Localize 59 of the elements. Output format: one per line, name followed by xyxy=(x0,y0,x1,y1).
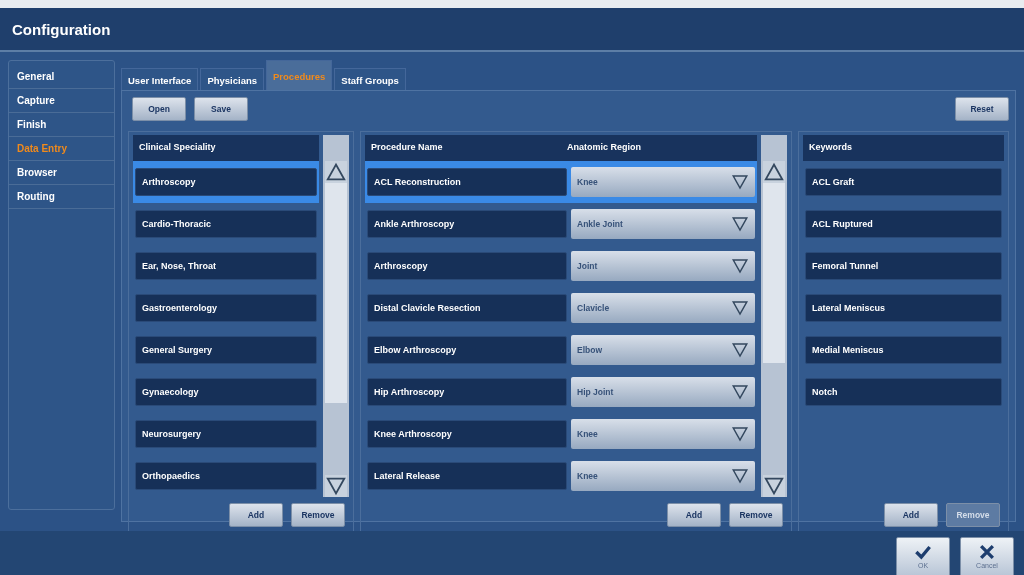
caret-icon xyxy=(731,383,749,401)
caret-icon xyxy=(731,341,749,359)
table-row[interactable]: Hip Arthroscopy Hip Joint xyxy=(365,371,757,413)
region-dropdown[interactable]: Elbow xyxy=(571,335,755,365)
add-button[interactable]: Add xyxy=(884,503,938,527)
procedure-name: Elbow Arthroscopy xyxy=(367,336,567,364)
add-button[interactable]: Add xyxy=(229,503,283,527)
sidebar-item[interactable]: General xyxy=(9,65,114,89)
table-row[interactable]: Ankle Arthroscopy Ankle Joint xyxy=(365,203,757,245)
caret-icon xyxy=(731,299,749,317)
sidebar-item[interactable]: Capture xyxy=(9,89,114,113)
scroll-up-icon[interactable] xyxy=(325,161,347,183)
scrollbar[interactable] xyxy=(761,135,787,497)
window-title: Configuration xyxy=(12,20,111,38)
region-dropdown[interactable]: Hip Joint xyxy=(571,377,755,407)
region-dropdown[interactable]: Knee xyxy=(571,419,755,449)
region-dropdown[interactable]: Knee xyxy=(571,167,755,197)
scroll-up-icon[interactable] xyxy=(763,161,785,183)
save-button[interactable]: Save xyxy=(194,97,248,121)
tab[interactable]: User Interface xyxy=(121,68,199,90)
scrollbar[interactable] xyxy=(323,135,349,497)
remove-button[interactable]: Remove xyxy=(729,503,783,527)
table-row[interactable]: Lateral Release Knee xyxy=(365,455,757,497)
add-button[interactable]: Add xyxy=(667,503,721,527)
remove-button[interactable]: Remove xyxy=(291,503,345,527)
caret-icon xyxy=(731,215,749,233)
column-header: Keywords xyxy=(803,135,1004,161)
region-dropdown[interactable]: Ankle Joint xyxy=(571,209,755,239)
procedure-name: Arthroscopy xyxy=(367,252,567,280)
sidebar-item[interactable]: Browser xyxy=(9,161,114,185)
region-dropdown[interactable]: Knee xyxy=(571,461,755,491)
procedure-name: Hip Arthroscopy xyxy=(367,378,567,406)
table-row[interactable]: Distal Clavicle Resection Clavicle xyxy=(365,287,757,329)
sidebar-item[interactable]: Finish xyxy=(9,113,114,137)
procedure-name: Lateral Release xyxy=(367,462,567,490)
region-dropdown[interactable]: Clavicle xyxy=(571,293,755,323)
procedure-name: ACL Reconstruction xyxy=(367,168,567,196)
caret-icon xyxy=(731,173,749,191)
scroll-down-icon[interactable] xyxy=(325,475,347,497)
table-row[interactable]: Elbow Arthroscopy Elbow xyxy=(365,329,757,371)
region-dropdown[interactable]: Joint xyxy=(571,251,755,281)
procedure-name: Ankle Arthroscopy xyxy=(367,210,567,238)
scroll-down-icon[interactable] xyxy=(763,475,785,497)
table-row[interactable]: Arthroscopy Joint xyxy=(365,245,757,287)
table-row[interactable]: Knee Arthroscopy Knee xyxy=(365,413,757,455)
list-item[interactable]: Arthroscopy xyxy=(133,161,319,203)
column-header: Clinical Speciality xyxy=(133,135,319,161)
close-icon xyxy=(977,542,997,562)
tab[interactable]: Staff Groups xyxy=(334,68,406,90)
caret-icon xyxy=(731,467,749,485)
tab[interactable]: Physicians xyxy=(200,68,264,90)
open-button[interactable]: Open xyxy=(132,97,186,121)
procedure-name: Distal Clavicle Resection xyxy=(367,294,567,322)
caret-icon xyxy=(731,257,749,275)
sidebar-item[interactable]: Routing xyxy=(9,185,114,209)
caret-icon xyxy=(731,425,749,443)
reset-button[interactable]: Reset xyxy=(955,97,1009,121)
table-row[interactable]: ACL Reconstruction Knee xyxy=(365,161,757,203)
procedure-name: Knee Arthroscopy xyxy=(367,420,567,448)
